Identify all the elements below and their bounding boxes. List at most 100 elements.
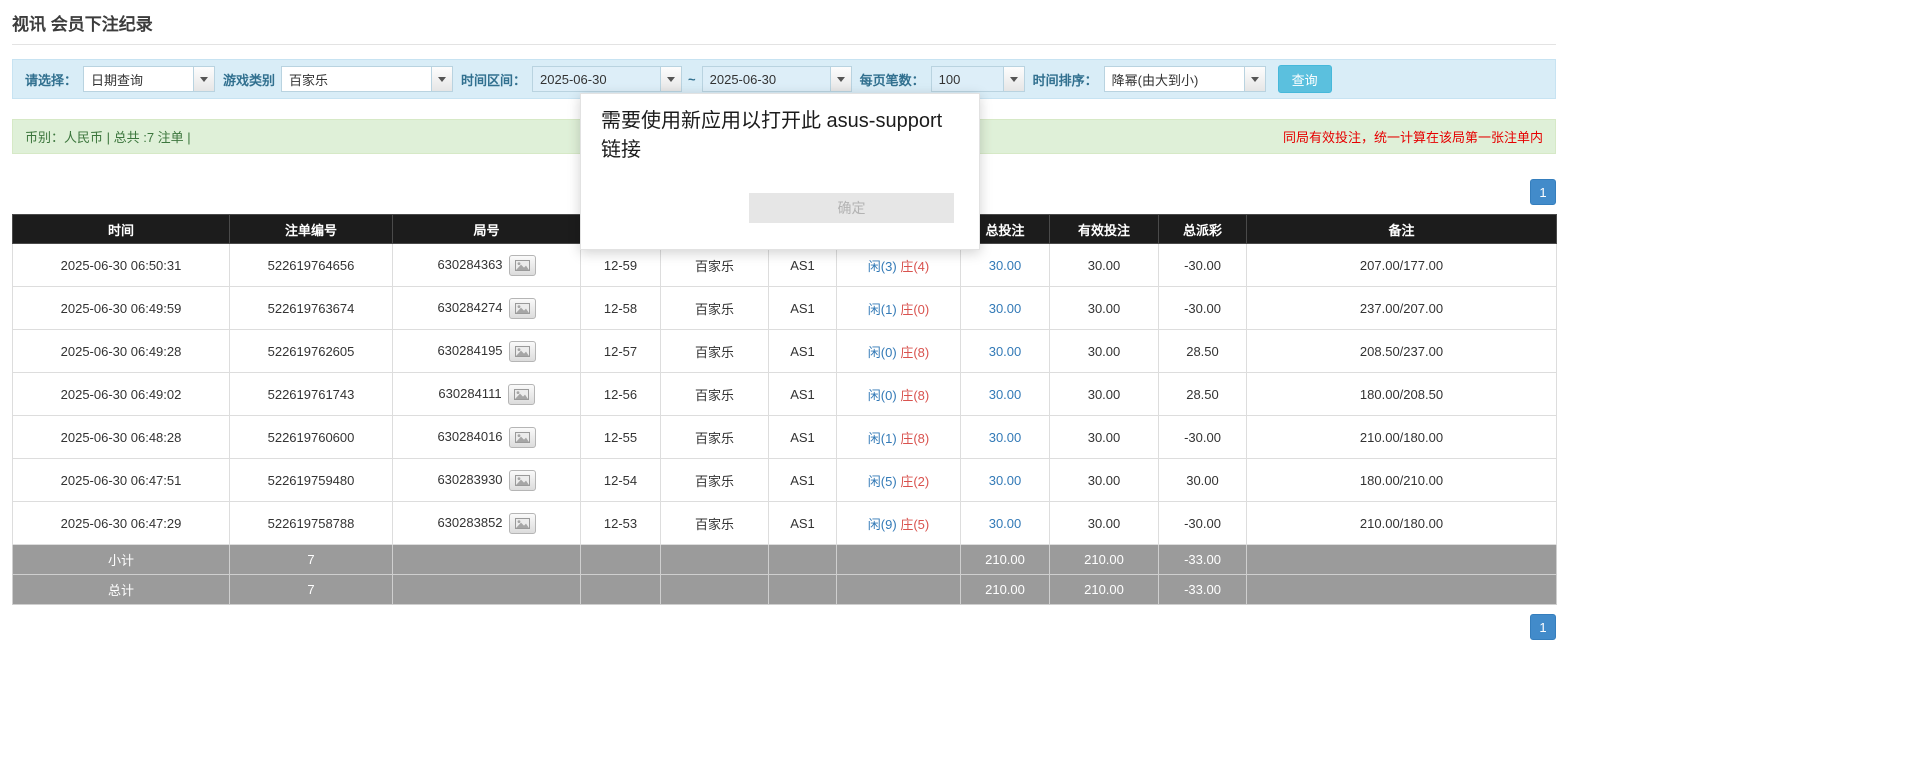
- summary-empty: [581, 545, 661, 575]
- total-bet-link[interactable]: 30.00: [989, 344, 1022, 359]
- currency-total-info: 币别：人民币 | 总共 :7 注单 |: [25, 127, 191, 146]
- pagination-bottom: 1: [12, 614, 1556, 640]
- cell-remark: 210.00/180.00: [1247, 502, 1557, 545]
- dialog-message: 需要使用新应用以打开此 asus-support 链接: [601, 107, 959, 165]
- cell-time: 2025-06-30 06:48:28: [13, 416, 230, 459]
- banker-score: 庄(8): [900, 345, 929, 360]
- cell-remark: 210.00/180.00: [1247, 416, 1557, 459]
- page-1-button[interactable]: 1: [1530, 614, 1556, 640]
- summary-empty: [581, 575, 661, 605]
- cell-bet-id: 522619760600: [230, 416, 393, 459]
- roadmap-icon-button[interactable]: [509, 513, 536, 534]
- summary-count: 7: [230, 575, 393, 605]
- time-sort-dropdown-button[interactable]: [1244, 66, 1266, 92]
- cell-table: AS1: [769, 459, 837, 502]
- total-bet-link[interactable]: 30.00: [989, 473, 1022, 488]
- summary-empty: [1247, 575, 1557, 605]
- page-title: 视讯 会员下注纪录: [12, 10, 1556, 35]
- cell-bet-id: 522619764656: [230, 244, 393, 287]
- roadmap-icon-button[interactable]: [509, 427, 536, 448]
- cell-shoe-round: 12-53: [581, 502, 661, 545]
- game-category-input[interactable]: [281, 66, 431, 92]
- roadmap-icon-button[interactable]: [509, 341, 536, 362]
- cell-table: AS1: [769, 373, 837, 416]
- cell-valid-bet: 30.00: [1050, 287, 1159, 330]
- roadmap-icon: [515, 475, 530, 486]
- cell-time: 2025-06-30 06:47:29: [13, 502, 230, 545]
- game-category-dropdown-button[interactable]: [431, 66, 453, 92]
- table-row: 2025-06-30 06:49:28 522619762605 6302841…: [13, 330, 1557, 373]
- date-to-dropdown-button[interactable]: [830, 66, 852, 92]
- summary-row: 总计 7 210.00 210.00 -33.00: [13, 575, 1557, 605]
- date-to-input[interactable]: [702, 66, 830, 92]
- roadmap-icon-button[interactable]: [509, 298, 536, 319]
- table-row: 2025-06-30 06:49:59 522619763674 6302842…: [13, 287, 1557, 330]
- summary-payout: -33.00: [1159, 575, 1247, 605]
- total-bet-link[interactable]: 30.00: [989, 516, 1022, 531]
- query-type-dropdown-button[interactable]: [193, 66, 215, 92]
- cell-bet-id: 522619763674: [230, 287, 393, 330]
- game-category-combobox: [281, 66, 453, 92]
- time-sort-input[interactable]: [1104, 66, 1244, 92]
- cell-round: 630284195: [393, 330, 581, 373]
- query-type-input[interactable]: [83, 66, 193, 92]
- player-score: 闲(1): [868, 431, 897, 446]
- page-header: 视讯 会员下注纪录: [12, 0, 1556, 45]
- cell-bet-id: 522619758788: [230, 502, 393, 545]
- round-number: 630284363: [437, 256, 502, 271]
- total-bet-link[interactable]: 30.00: [989, 387, 1022, 402]
- cell-valid-bet: 30.00: [1050, 373, 1159, 416]
- total-bet-link[interactable]: 30.00: [989, 430, 1022, 445]
- per-page-input[interactable]: [931, 66, 1003, 92]
- cell-valid-bet: 30.00: [1050, 416, 1159, 459]
- filter-group-per-page: 每页笔数：: [860, 66, 1025, 92]
- date-from-dropdown-button[interactable]: [660, 66, 682, 92]
- player-score: 闲(9): [868, 517, 897, 532]
- banker-score: 庄(2): [900, 474, 929, 489]
- per-page-combobox: [931, 66, 1025, 92]
- search-button[interactable]: 查询: [1278, 65, 1332, 93]
- roadmap-icon-button[interactable]: [509, 255, 536, 276]
- roadmap-icon-button[interactable]: [509, 470, 536, 491]
- cell-round: 630284016: [393, 416, 581, 459]
- cell-round: 630283930: [393, 459, 581, 502]
- cell-valid-bet: 30.00: [1050, 330, 1159, 373]
- cell-shoe-round: 12-57: [581, 330, 661, 373]
- chevron-down-icon: [667, 77, 675, 82]
- cell-payout: -30.00: [1159, 502, 1247, 545]
- table-row: 2025-06-30 06:49:02 522619761743 6302841…: [13, 373, 1557, 416]
- game-category-label: 游戏类别: [223, 70, 275, 89]
- query-type-combobox: [83, 66, 215, 92]
- col-valid-bet: 有效投注: [1050, 215, 1159, 244]
- roadmap-icon-button[interactable]: [508, 384, 535, 405]
- per-page-dropdown-button[interactable]: [1003, 66, 1025, 92]
- roadmap-icon: [515, 518, 530, 529]
- total-bet-link[interactable]: 30.00: [989, 258, 1022, 273]
- dialog-confirm-button[interactable]: 确定: [749, 193, 954, 223]
- summary-empty: [769, 575, 837, 605]
- page-1-button[interactable]: 1: [1530, 179, 1556, 205]
- cell-result: 闲(9) 庄(5): [837, 502, 961, 545]
- cell-remark: 180.00/208.50: [1247, 373, 1557, 416]
- table-body: 2025-06-30 06:50:31 522619764656 6302843…: [13, 244, 1557, 605]
- cell-total-bet: 30.00: [961, 287, 1050, 330]
- cell-game: 百家乐: [661, 330, 769, 373]
- summary-row: 小计 7 210.00 210.00 -33.00: [13, 545, 1557, 575]
- cell-round: 630284274: [393, 287, 581, 330]
- player-score: 闲(1): [868, 302, 897, 317]
- cell-bet-id: 522619761743: [230, 373, 393, 416]
- cell-game: 百家乐: [661, 287, 769, 330]
- date-from-input[interactable]: [532, 66, 660, 92]
- cell-total-bet: 30.00: [961, 502, 1050, 545]
- total-bet-link[interactable]: 30.00: [989, 301, 1022, 316]
- roadmap-icon: [514, 389, 529, 400]
- table-row: 2025-06-30 06:47:29 522619758788 6302838…: [13, 502, 1557, 545]
- roadmap-icon: [515, 432, 530, 443]
- roadmap-icon: [515, 260, 530, 271]
- cell-shoe-round: 12-58: [581, 287, 661, 330]
- cell-payout: -30.00: [1159, 244, 1247, 287]
- table-row: 2025-06-30 06:48:28 522619760600 6302840…: [13, 416, 1557, 459]
- table-row: 2025-06-30 06:47:51 522619759480 6302839…: [13, 459, 1557, 502]
- chevron-down-icon: [837, 77, 845, 82]
- valid-bet-notice: 同局有效投注，统一计算在该局第一张注单内: [1283, 127, 1543, 146]
